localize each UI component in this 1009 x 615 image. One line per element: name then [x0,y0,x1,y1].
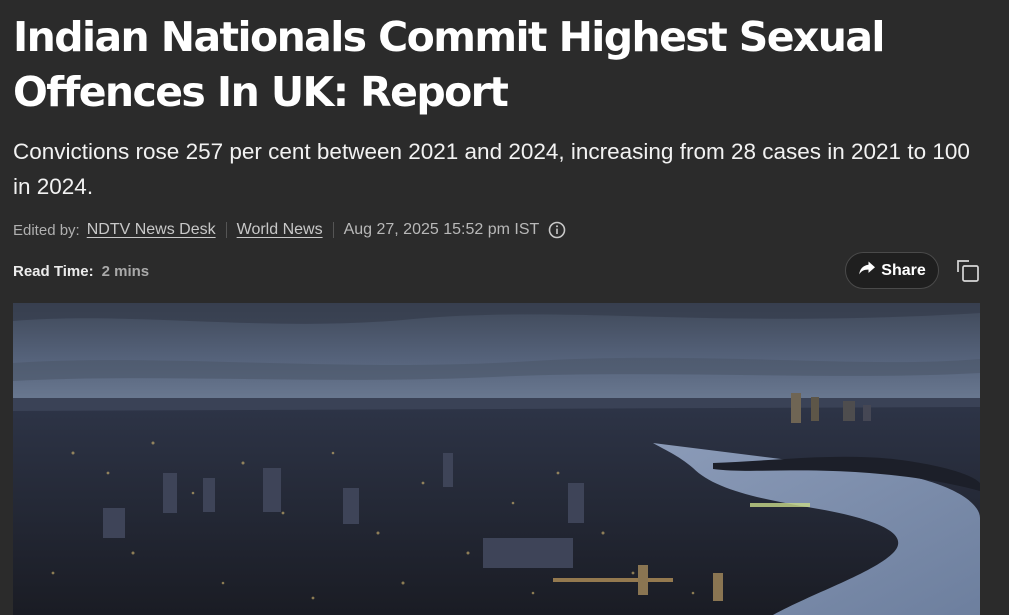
article-subheadline: Convictions rose 257 per cent between 20… [13,139,970,199]
read-time: Read Time: 2 mins [13,261,149,281]
article-meta: Edited by: NDTV News Desk World News Aug… [13,218,566,242]
category-link[interactable]: World News [237,221,323,239]
read-time-value: 2 mins [101,262,150,280]
share-arrow-icon [858,260,876,281]
read-time-label: Read Time: [13,262,94,280]
meta-divider [225,222,227,238]
meta-divider [332,222,334,238]
share-button[interactable]: Share [845,252,939,289]
copy-link-button[interactable] [955,258,981,284]
share-label: Share [881,261,926,279]
hero-image [13,303,980,615]
publish-date: Aug 27, 2025 15:52 pm IST [343,221,540,238]
editor-link[interactable]: NDTV News Desk [87,221,216,239]
article-headline: Indian Nationals Commit Highest Sexual O… [13,13,885,116]
copy-icon [955,260,981,288]
aerial-city-night-river-icon [13,303,980,615]
article-header: Indian Nationals Commit Highest Sexual O… [0,0,1009,615]
edited-by-label: Edited by: [13,221,80,239]
info-circle-icon[interactable] [548,221,566,239]
